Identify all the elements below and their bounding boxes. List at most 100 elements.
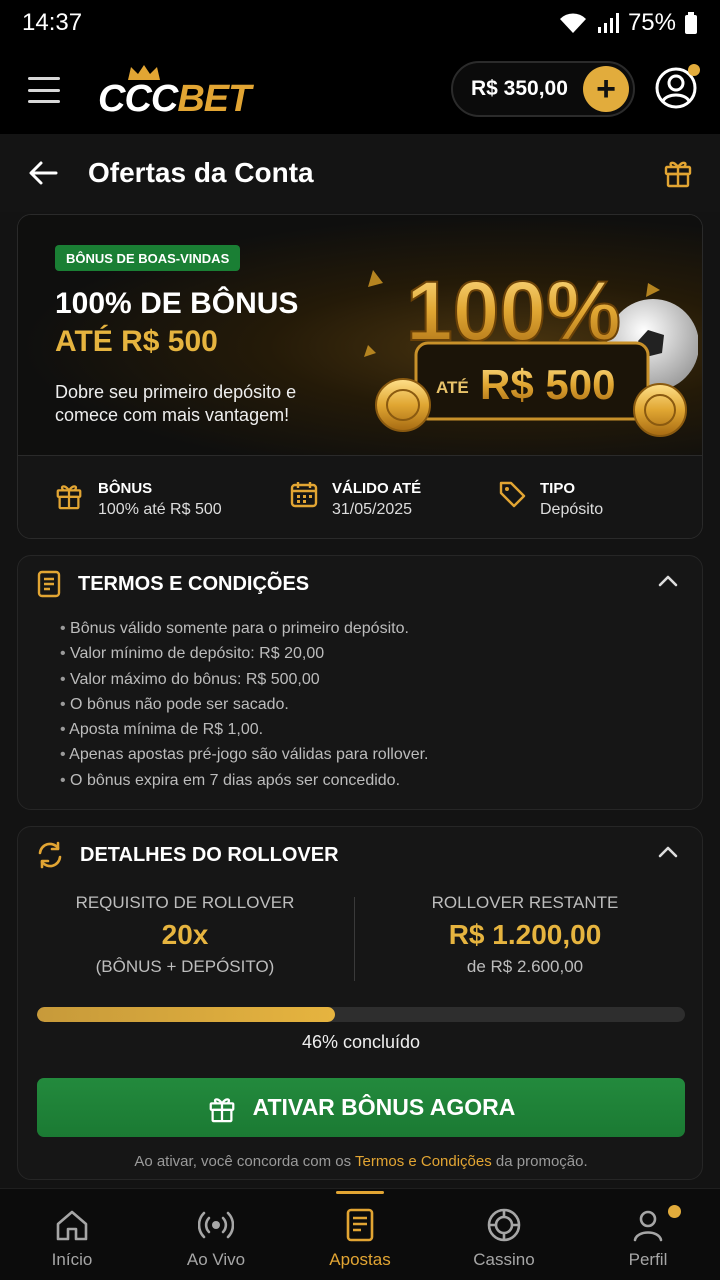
notification-dot — [688, 64, 700, 76]
coin-icon — [633, 383, 687, 437]
svg-text:ATÉ: ATÉ — [436, 378, 469, 397]
back-arrow-icon[interactable] — [28, 160, 58, 186]
progress-text: 46% concluído — [301, 1032, 421, 1052]
info-value: 100% até R$ 500 — [98, 501, 222, 518]
requirement-value: 20x — [161, 919, 209, 950]
chevron-up-icon[interactable] — [658, 574, 678, 588]
terms-item: Bônus válido somente para o primeiro dep… — [60, 616, 429, 641]
terms-item: Valor mínimo de depósito: R$ 20,00 — [60, 641, 429, 666]
live-icon — [198, 1211, 234, 1239]
calendar-icon — [290, 482, 318, 508]
gift-icon[interactable] — [662, 156, 694, 188]
active-indicator — [336, 1191, 384, 1194]
requirement-label: REQUISITO DE ROLLOVER — [75, 893, 295, 912]
nav-item-profile[interactable]: Perfil — [576, 1189, 720, 1280]
tag-icon — [499, 481, 526, 508]
signal-icon — [597, 13, 619, 33]
terms-item: Valor máximo do bônus: R$ 500,00 — [60, 667, 429, 692]
status-bar: 14:37 75% — [0, 0, 720, 46]
terms-header[interactable]: TERMOS E CONDIÇÕES — [36, 570, 309, 598]
home-icon — [56, 1210, 88, 1241]
rollover-remaining: ROLLOVER RESTANTE R$ 1.200,00 de R$ 2.60… — [358, 893, 692, 977]
terms-list: Bônus válido somente para o primeiro dep… — [60, 616, 429, 793]
rollover-requirement: REQUISITO DE ROLLOVER 20x (BÔNUS + DEPÓS… — [18, 893, 352, 977]
status-indicators: 75% — [558, 9, 698, 37]
nav-item-casino[interactable]: Cassino — [432, 1189, 576, 1280]
notification-dot — [668, 1205, 681, 1218]
promo-info-row: BÔNUS 100% até R$ 500 VÁLIDO ATÉ 31/05/2… — [18, 455, 702, 538]
terms-item: O bônus expira em 7 dias após ser conced… — [60, 768, 429, 793]
promo-banner: BÔNUS DE BOAS-VINDAS 100% DE BÔNUS ATÉ R… — [18, 215, 702, 455]
info-value: 31/05/2025 — [332, 501, 413, 518]
promo-card: BÔNUS DE BOAS-VINDAS 100% DE BÔNUS ATÉ R… — [17, 214, 703, 539]
crown-icon — [128, 65, 160, 80]
info-label: TIPO — [540, 480, 576, 497]
promo-title: 100% DE BÔNUS — [55, 287, 299, 320]
terms-item: Apenas apostas pré-jogo são válidas para… — [60, 742, 428, 767]
svg-text:R$ 500: R$ 500 — [480, 361, 615, 408]
rollover-section: DETALHES DO ROLLOVER REQUISITO DE ROLLOV… — [17, 826, 703, 1180]
remaining-value: R$ 1.200,00 — [448, 919, 602, 950]
nav-label: Início — [51, 1250, 93, 1269]
terms-item: Aposta mínima de R$ 1,00. — [60, 717, 429, 742]
page-title-bar: Ofertas da Conta — [0, 134, 720, 212]
app-header: CCC BET R$ 350,00 + — [0, 46, 720, 134]
gift-icon — [56, 485, 82, 510]
nav-label: Apostas — [329, 1250, 391, 1269]
deposit-add-button[interactable]: + — [583, 66, 629, 112]
nav-item-live[interactable]: Ao Vivo — [144, 1189, 288, 1280]
plus-icon: + — [596, 70, 616, 108]
note-suffix: da promoção. — [495, 1153, 588, 1170]
info-valid-until: VÁLIDO ATÉ 31/05/2025 — [290, 480, 421, 519]
profile-button[interactable] — [654, 64, 700, 110]
logo-text-secondary: BET — [177, 78, 251, 120]
rollover-header[interactable]: DETALHES DO ROLLOVER — [36, 841, 339, 869]
progress-fill — [37, 1007, 336, 1022]
activate-bonus-label: ATIVAR BÔNUS AGORA — [252, 1094, 516, 1120]
battery-icon — [685, 12, 697, 34]
nav-label: Perfil — [628, 1250, 668, 1269]
battery-percent: 75% — [627, 9, 676, 36]
chevron-up-icon[interactable] — [658, 845, 678, 859]
remaining-sub: de R$ 2.600,00 — [466, 957, 584, 976]
user-icon — [633, 1210, 663, 1242]
refresh-cycle-icon — [38, 841, 62, 869]
remaining-label: ROLLOVER RESTANTE — [431, 893, 619, 912]
info-type: TIPO Depósito — [498, 480, 603, 519]
terms-section: TERMOS E CONDIÇÕES Bônus válido somente … — [17, 555, 703, 810]
terms-item: O bônus não pode ser sacado. — [60, 692, 429, 717]
activate-bonus-button[interactable]: ATIVAR BÔNUS AGORA — [37, 1078, 685, 1137]
app-logo[interactable]: CCC BET — [98, 62, 251, 120]
document-icon — [37, 570, 61, 598]
page-title: Ofertas da Conta — [88, 157, 314, 188]
balance-amount: R$ 350,00 — [471, 77, 568, 100]
rollover-title: DETALHES DO ROLLOVER — [80, 843, 339, 866]
info-bonus: BÔNUS 100% até R$ 500 — [54, 480, 222, 519]
nav-label: Ao Vivo — [186, 1250, 246, 1269]
promo-description: Dobre seu primeiro depósito e comece com… — [55, 382, 297, 425]
casino-chip-icon — [487, 1208, 521, 1242]
rollover-progress-bar — [37, 1007, 685, 1022]
requirement-sub: (BÔNUS + DEPÓSITO) — [95, 957, 275, 976]
note-prefix: Ao ativar, você concorda com os — [134, 1153, 352, 1170]
wifi-icon — [559, 13, 586, 33]
status-time: 14:37 — [22, 9, 83, 36]
coin-icon — [375, 378, 431, 432]
nav-label: Cassino — [473, 1250, 535, 1269]
terms-consent-note: Ao ativar, você concorda com os Termos e… — [18, 1153, 704, 1170]
hamburger-menu-icon[interactable] — [28, 77, 60, 103]
info-value: Depósito — [540, 501, 604, 518]
info-label: VÁLIDO ATÉ — [332, 480, 422, 497]
nav-item-home[interactable]: Início — [0, 1189, 144, 1280]
betslip-icon — [346, 1208, 374, 1242]
nav-item-bets[interactable]: Apostas — [288, 1189, 432, 1280]
promo-title-amount: ATÉ R$ 500 — [55, 325, 218, 358]
logo-text-primary: CCC — [98, 78, 178, 120]
info-label: BÔNUS — [98, 480, 153, 497]
promo-badge: BÔNUS DE BOAS-VINDAS — [55, 245, 241, 271]
divider — [354, 897, 355, 981]
bottom-navigation: Início Ao Vivo Apostas Cassino Perfil — [0, 1188, 720, 1280]
promo-artwork: 100% ATÉ R$ 500 — [364, 263, 698, 437]
terms-link[interactable]: Termos e Condições — [355, 1153, 492, 1170]
balance-pill[interactable]: R$ 350,00 + — [451, 61, 635, 117]
